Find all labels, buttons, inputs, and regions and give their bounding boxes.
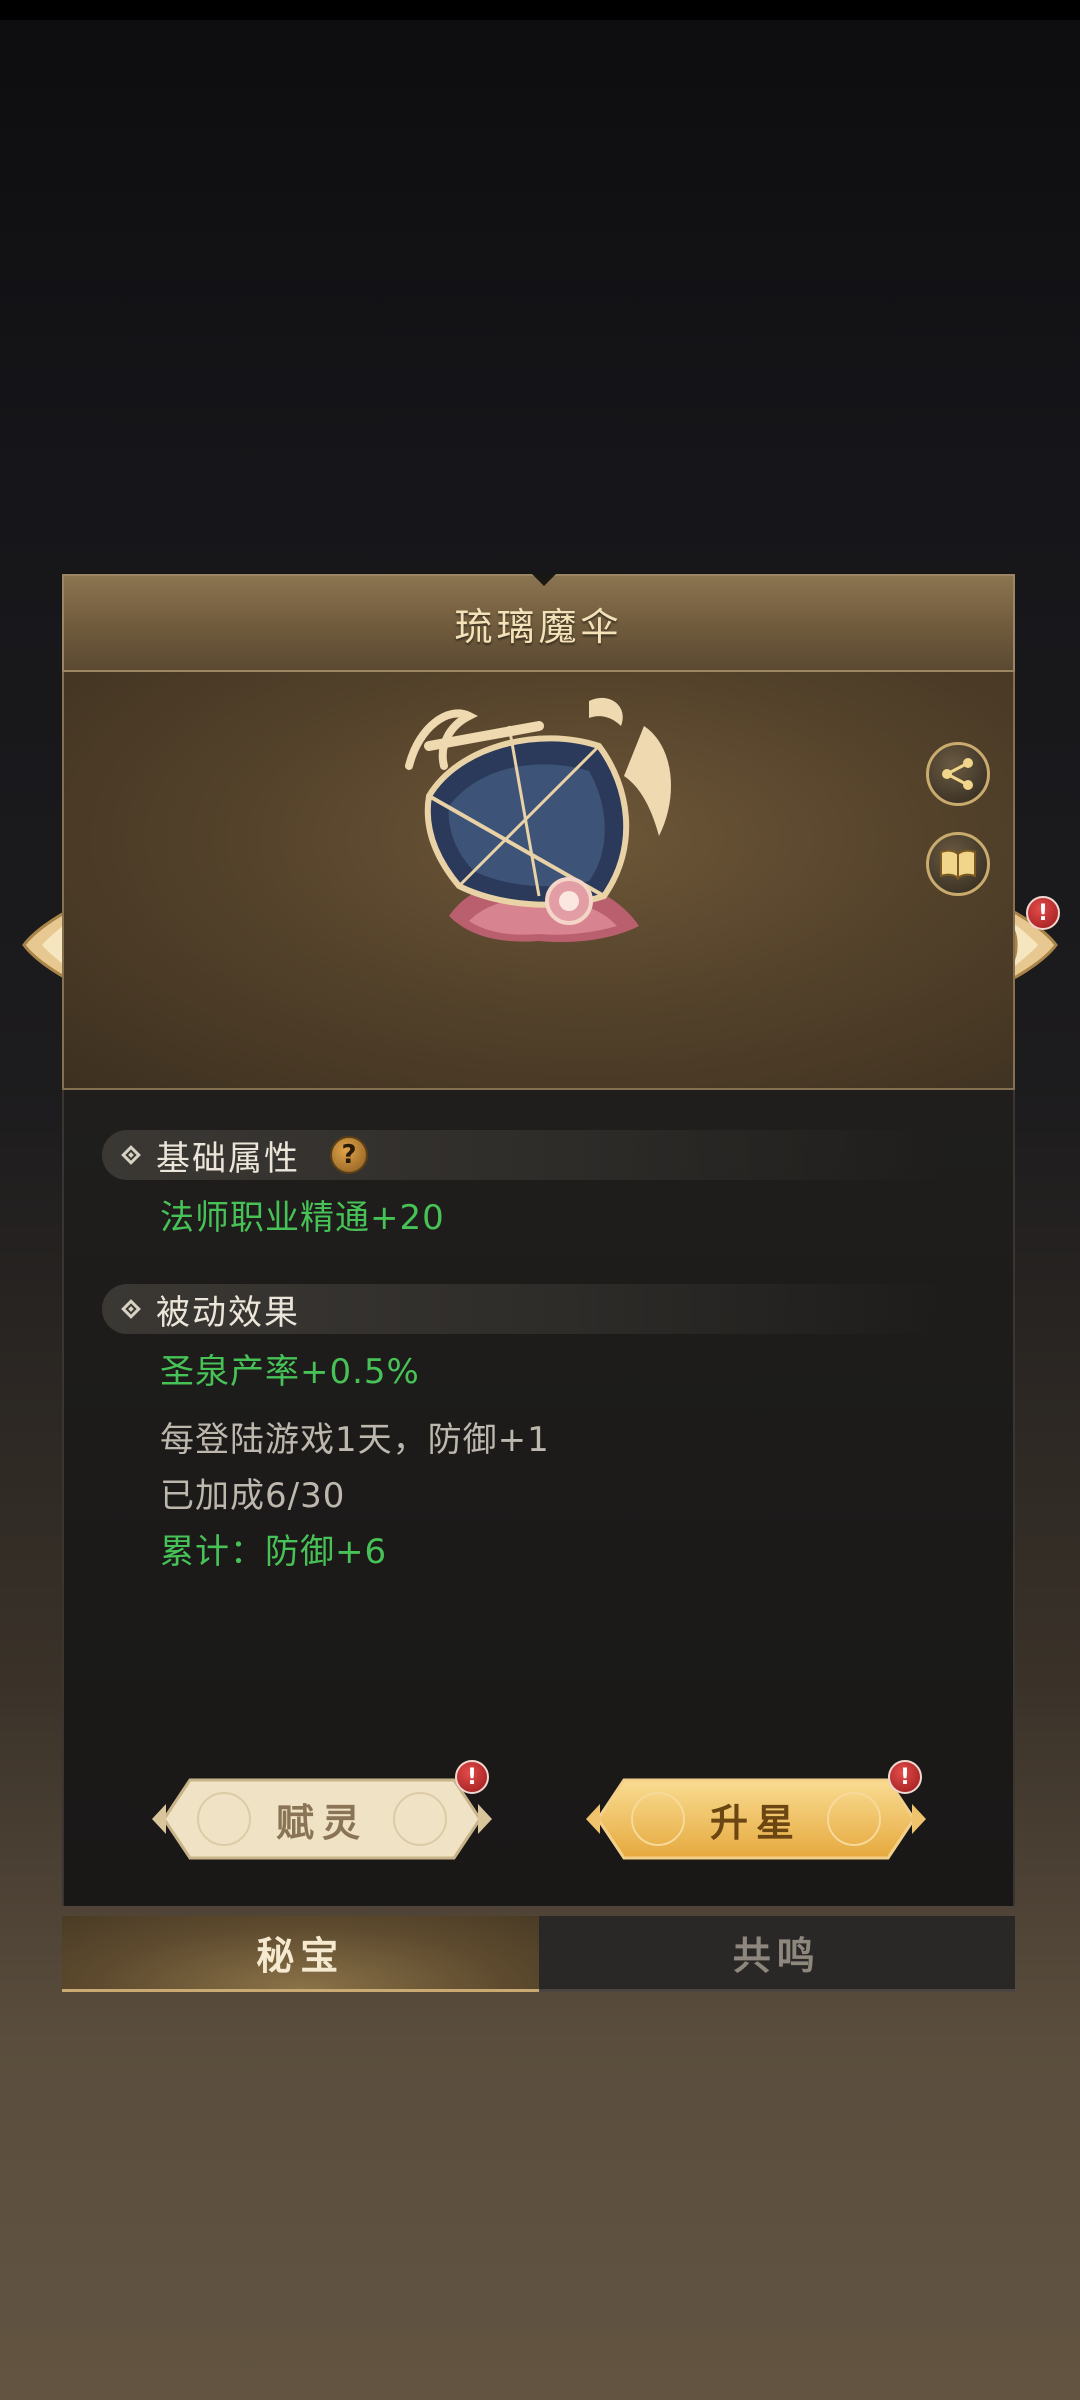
- diamond-bullet-icon: [121, 1145, 141, 1165]
- enchant-button[interactable]: 赋灵: [144, 1774, 500, 1864]
- codex-button[interactable]: [926, 832, 990, 896]
- umbrella-artwork: [405, 697, 671, 943]
- enchant-button-label: 赋灵: [275, 1799, 368, 1845]
- section-title: 被动效果: [156, 1292, 300, 1333]
- item-display: [62, 672, 1015, 1148]
- book-icon: [940, 849, 976, 880]
- star-up-button[interactable]: 升星: [578, 1774, 934, 1864]
- title-notch: [532, 574, 556, 586]
- alert-badge: !: [455, 1760, 489, 1794]
- title-bar: 琉璃魔伞: [62, 574, 1015, 672]
- passive-total: 累计：防御+6: [160, 1532, 388, 1572]
- basic-stat: 法师职业精通+20: [160, 1198, 445, 1238]
- help-button[interactable]: ?: [330, 1136, 368, 1174]
- section-title: 基础属性: [156, 1138, 300, 1179]
- treasure-panel: 琉璃魔伞 基础属性 ? 法师职业精通+20 被动效果 圣泉产率+0.5% 每登陆…: [62, 574, 1015, 1996]
- share-button[interactable]: [926, 742, 990, 806]
- share-icon: [942, 758, 973, 790]
- passive-progress: 已加成6/30: [160, 1476, 346, 1516]
- section-header-basic: 基础属性 ?: [102, 1130, 942, 1180]
- alert-badge: !: [1026, 896, 1060, 930]
- status-bar: [0, 0, 1080, 20]
- tab-bar: 秘宝 共鸣: [62, 1916, 1015, 1992]
- section-header-passive: 被动效果: [102, 1284, 942, 1334]
- diamond-bullet-icon: [121, 1299, 141, 1319]
- star-up-button-label: 升星: [709, 1799, 802, 1845]
- passive-effect-2: 每登陆游戏1天，防御+1: [160, 1420, 550, 1460]
- passive-effect-1: 圣泉产率+0.5%: [160, 1352, 420, 1392]
- item-title: 琉璃魔伞: [454, 604, 623, 649]
- tab-resonance[interactable]: 共鸣: [538, 1916, 1015, 1992]
- tab-treasure[interactable]: 秘宝: [62, 1916, 539, 1992]
- alert-badge: !: [888, 1760, 922, 1794]
